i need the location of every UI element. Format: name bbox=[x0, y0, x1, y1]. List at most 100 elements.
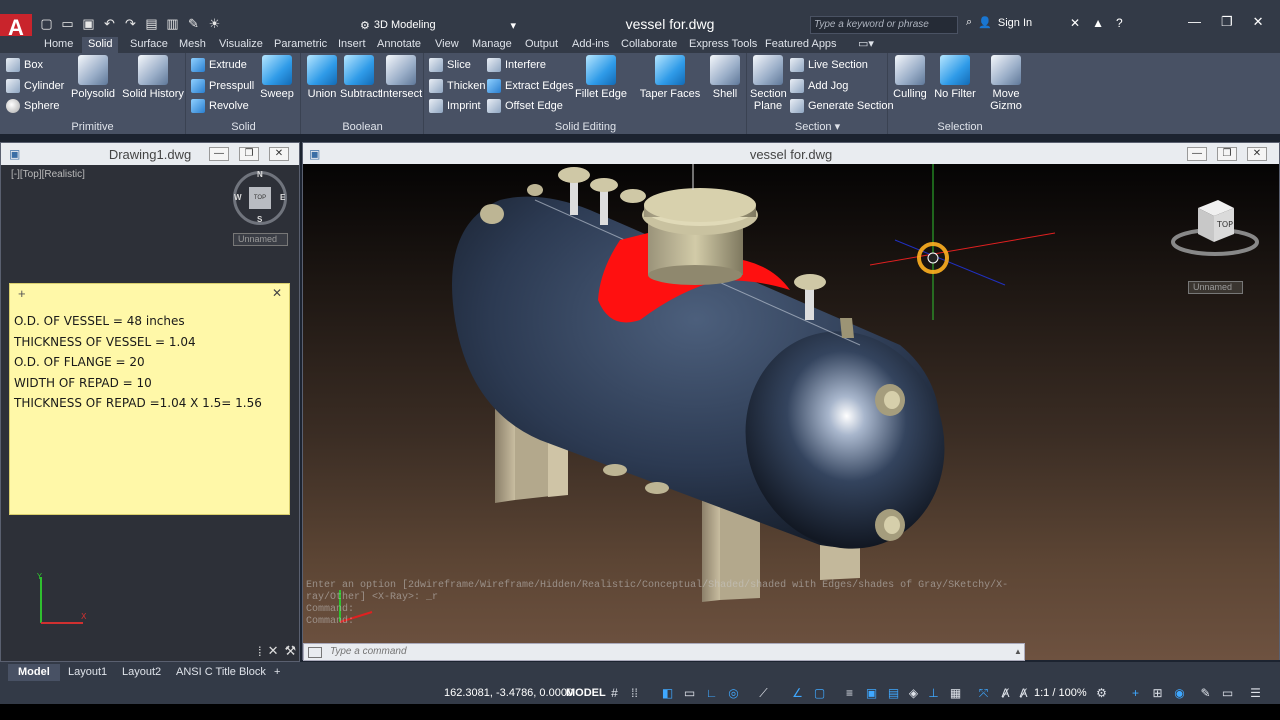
customize-icon[interactable]: ⚒ bbox=[285, 643, 297, 659]
shell-button[interactable]: Shell bbox=[707, 55, 743, 100]
subtract-button[interactable]: Subtract bbox=[340, 55, 381, 100]
add-note-icon[interactable]: + bbox=[18, 286, 26, 301]
slice-button[interactable]: Slice bbox=[429, 56, 471, 74]
snap-icon[interactable]: ⁞⁞ bbox=[627, 686, 642, 700]
interfere-button[interactable]: Interfere bbox=[487, 56, 546, 74]
dynamic-ucs-icon[interactable]: ⊥ bbox=[926, 686, 941, 700]
workspace-switcher[interactable]: ⚙ 3D Modeling ▾ bbox=[360, 16, 516, 34]
annotation-monitor-icon[interactable]: + bbox=[1128, 686, 1143, 700]
offset-edge-button[interactable]: Offset Edge bbox=[487, 97, 563, 115]
object-snap-tracking-icon[interactable]: ∠ bbox=[790, 686, 805, 700]
binoculars-icon[interactable]: ⌕ bbox=[966, 16, 972, 29]
viewport-controls-label[interactable]: [-][Top][Realistic] bbox=[11, 169, 85, 180]
gizmo-icon[interactable]: ⤧ bbox=[976, 686, 991, 700]
tab-insert[interactable]: Insert bbox=[332, 37, 372, 53]
new-file-icon[interactable]: ▢ bbox=[38, 16, 55, 32]
search-input[interactable]: Type a keyword or phrase bbox=[810, 16, 958, 34]
tab-layout1[interactable]: Layout1 bbox=[58, 664, 117, 681]
undo-icon[interactable]: ↶ bbox=[101, 16, 118, 32]
tab-manage[interactable]: Manage bbox=[466, 37, 518, 53]
isolate-objects-icon[interactable]: ◉ bbox=[1172, 686, 1187, 700]
viewcube-icon[interactable]: TOP bbox=[1170, 194, 1260, 264]
tab-output[interactable]: Output bbox=[519, 37, 564, 53]
no-filter-button[interactable]: No Filter bbox=[933, 55, 977, 100]
add-jog-button[interactable]: Add Jog bbox=[790, 77, 848, 95]
match-properties-icon[interactable]: ✎ bbox=[185, 16, 202, 32]
lineweight-icon[interactable]: ≡ bbox=[842, 686, 857, 700]
intersect-button[interactable]: Intersect bbox=[380, 55, 422, 100]
cylinder-button[interactable]: Cylinder bbox=[6, 77, 64, 95]
ortho-icon[interactable]: ∟ bbox=[704, 686, 719, 700]
restore-icon[interactable]: ❐ bbox=[1221, 14, 1233, 30]
dynamic-input-icon[interactable]: ▭ bbox=[682, 686, 697, 700]
generate-section-button[interactable]: Generate Section bbox=[790, 97, 894, 115]
imprint-button[interactable]: Imprint bbox=[429, 97, 481, 115]
tab-solid[interactable]: Solid bbox=[82, 37, 119, 53]
viewcube[interactable]: TOP bbox=[1170, 194, 1260, 264]
note-text[interactable]: O.D. OF VESSEL = 48 inches THICKNESS OF … bbox=[14, 311, 262, 414]
annotation-visibility-icon[interactable]: Ⱥ bbox=[998, 686, 1013, 700]
close-icon[interactable]: ✕ bbox=[1253, 14, 1264, 30]
panel-title-section[interactable]: Section ▾ bbox=[748, 120, 887, 133]
tab-visualize[interactable]: Visualize bbox=[213, 37, 269, 53]
vessel-title-bar[interactable]: ▣ vessel for.dwg — ❐ ✕ bbox=[303, 143, 1279, 165]
close-note-icon[interactable]: ✕ bbox=[272, 286, 282, 300]
move-gizmo-button[interactable]: Move Gizmo bbox=[985, 55, 1027, 112]
exchange-icon[interactable]: ✕ bbox=[1070, 16, 1080, 30]
tab-ansi-c-title-block[interactable]: ANSI C Title Block bbox=[166, 664, 276, 681]
annotation-scale[interactable]: 1:1 / 100% bbox=[1034, 687, 1087, 699]
polar-tracking-icon[interactable]: ◎ bbox=[726, 686, 741, 700]
units-icon[interactable]: ⊞ bbox=[1150, 686, 1165, 700]
drawing1-close-button[interactable]: ✕ bbox=[269, 147, 289, 161]
3d-osnap-icon[interactable]: ◈ bbox=[906, 686, 921, 700]
customization-icon[interactable]: ☰ bbox=[1248, 686, 1263, 700]
model-space-toggle[interactable]: MODEL bbox=[566, 687, 606, 699]
close-command-line-icon[interactable]: ✕ bbox=[268, 643, 279, 659]
drawing1-minimize-button[interactable]: — bbox=[209, 147, 229, 161]
tab-express-tools[interactable]: Express Tools bbox=[683, 37, 763, 53]
sphere-button[interactable]: Sphere bbox=[6, 97, 59, 115]
culling-button[interactable]: Culling bbox=[891, 55, 929, 100]
workspace-gear-icon[interactable]: ⚙ bbox=[1094, 686, 1109, 700]
tab-surface[interactable]: Surface bbox=[124, 37, 174, 53]
ucs-menu[interactable]: Unnamed bbox=[233, 233, 288, 246]
chevron-up-icon[interactable]: ▲ bbox=[1014, 647, 1022, 656]
tab-model[interactable]: Model bbox=[8, 664, 60, 681]
ucs-menu[interactable]: Unnamed bbox=[1188, 281, 1243, 294]
sweep-button[interactable]: Sweep bbox=[259, 55, 295, 100]
tab-parametric[interactable]: Parametric bbox=[268, 37, 333, 53]
drawing1-restore-button[interactable]: ❐ bbox=[239, 147, 259, 161]
viewcube-top-face[interactable]: TOP bbox=[249, 187, 271, 209]
tab-add-ins[interactable]: Add-ins bbox=[566, 37, 615, 53]
solid-history-button[interactable]: Solid History bbox=[120, 55, 186, 100]
auto-scale-icon[interactable]: Ⱥ bbox=[1016, 686, 1031, 700]
extract-edges-button[interactable]: Extract Edges bbox=[487, 77, 573, 95]
tab-collaborate[interactable]: Collaborate bbox=[615, 37, 683, 53]
tab-annotate[interactable]: Annotate bbox=[371, 37, 427, 53]
sign-in-button[interactable]: ⌕ 👤 Sign In bbox=[966, 16, 1032, 29]
vessel-close-button[interactable]: ✕ bbox=[1247, 147, 1267, 161]
drawing1-title-bar[interactable]: ▣ Drawing1.dwg — ❐ ✕ bbox=[1, 143, 299, 165]
add-layout-button[interactable]: + bbox=[264, 664, 290, 681]
thicken-button[interactable]: Thicken bbox=[429, 77, 486, 95]
ribbon-options-icon[interactable]: ▭▾ bbox=[852, 37, 880, 53]
transparency-icon[interactable]: ▣ bbox=[864, 686, 879, 700]
tab-home[interactable]: Home bbox=[38, 37, 79, 53]
box-button[interactable]: Box bbox=[6, 56, 43, 74]
union-button[interactable]: Union bbox=[304, 55, 340, 100]
coordinates-readout[interactable]: 162.3081, -3.4786, 0.0000 bbox=[444, 687, 573, 699]
minimize-icon[interactable]: — bbox=[1188, 14, 1201, 30]
live-section-button[interactable]: Live Section bbox=[790, 56, 868, 74]
revolve-button[interactable]: Revolve bbox=[191, 97, 249, 115]
redo-icon[interactable]: ↷ bbox=[122, 16, 139, 32]
save-icon[interactable]: ▣ bbox=[80, 16, 97, 32]
selection-cycling-icon[interactable]: ▤ bbox=[886, 686, 901, 700]
clean-screen-icon[interactable]: ▭ bbox=[1220, 686, 1235, 700]
hardware-acceleration-icon[interactable]: ✎ bbox=[1198, 686, 1213, 700]
command-prompt-icon[interactable] bbox=[308, 647, 322, 658]
tab-layout2[interactable]: Layout2 bbox=[112, 664, 171, 681]
open-file-icon[interactable]: ▭ bbox=[59, 16, 76, 32]
fillet-edge-button[interactable]: Fillet Edge bbox=[575, 55, 627, 100]
vessel-minimize-button[interactable]: — bbox=[1187, 147, 1207, 161]
a360-icon[interactable]: ▲ bbox=[1092, 16, 1104, 30]
